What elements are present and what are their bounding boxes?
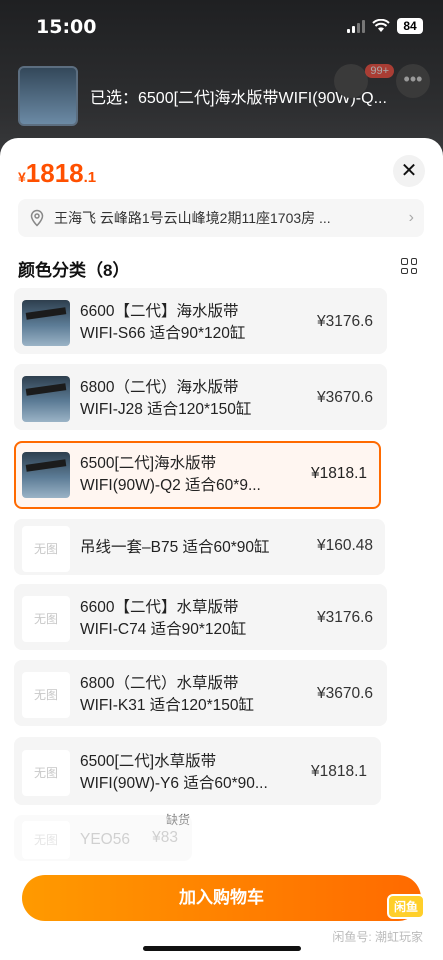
sku-name: 6500[二代]水草版带 WIFI(90W)-Y6 适合60*90... <box>80 753 268 792</box>
home-indicator <box>143 946 301 951</box>
sku-price: ¥3176.6 <box>316 313 373 330</box>
xianyu-logo: 闲鱼 <box>386 894 425 919</box>
add-to-cart-button[interactable]: 加入购物车 <box>22 875 421 921</box>
sku-thumbnail <box>22 376 70 422</box>
share-icon[interactable] <box>334 64 368 98</box>
selected-summary: 已选：6500[二代]海水版带WIFI(90W)-Q... 99+ ••• <box>16 62 436 130</box>
battery-indicator: 84 <box>397 18 423 34</box>
sku-thumbnail <box>22 452 70 498</box>
no-image-placeholder: 无图 <box>22 526 70 572</box>
sku-name: 6800（二代）水草版带 WIFI-K31 适合120*150缸 <box>80 675 255 714</box>
sku-option[interactable]: 6600【二代】海水版带 WIFI-S66 适合90*120缸 ¥3176.6 <box>14 288 387 354</box>
wifi-icon <box>372 19 390 32</box>
sku-price: ¥3176.6 <box>316 609 373 626</box>
address-text: 王海飞 云峰路1号云山峰境2期11座1703房 ... <box>54 210 331 226</box>
sku-option[interactable]: 无图 6600【二代】水草版带 WIFI-C74 适合90*120缸 ¥3176.… <box>14 584 387 650</box>
close-button[interactable]: ✕ <box>393 155 425 187</box>
sku-option[interactable]: 无图 6500[二代]水草版带 WIFI(90W)-Y6 适合60*90... ¥… <box>14 737 381 805</box>
no-image-placeholder: 无图 <box>22 750 70 796</box>
sku-price: ¥3670.6 <box>316 389 373 406</box>
sku-price: ¥1818.1 <box>310 465 367 482</box>
sku-thumbnail <box>22 300 70 346</box>
sku-name: 吊线一套–B75 适合60*90缸 <box>80 539 270 556</box>
status-icons: 84 <box>347 18 423 34</box>
no-image-placeholder: 无图 <box>22 596 70 642</box>
sku-name: YEO56 <box>80 831 130 848</box>
price-decimal: .1 <box>83 169 97 186</box>
sku-price: ¥1818.1 <box>310 763 367 780</box>
sku-option[interactable]: 无图 吊线一套–B75 适合60*90缸 ¥160.48 <box>14 519 385 575</box>
price-integer: 1818 <box>25 158 84 188</box>
grid-view-icon[interactable] <box>401 258 417 274</box>
sku-option-selected[interactable]: 6500[二代]海水版带 WIFI(90W)-Q2 适合60*9... ¥1818… <box>14 441 381 509</box>
status-time: 15:00 <box>36 16 97 38</box>
more-icon[interactable]: ••• <box>396 64 430 98</box>
sku-option-soldout: 无图 YEO56 ¥83 <box>14 815 192 861</box>
sku-name: 6500[二代]海水版带 WIFI(90W)-Q2 适合60*9... <box>80 455 261 494</box>
sku-name: 6600【二代】海水版带 WIFI-S66 适合90*120缸 <box>80 303 246 342</box>
selected-product-image <box>18 66 78 126</box>
cart-badge: 99+ <box>365 64 394 78</box>
price-currency: ¥ <box>18 169 26 185</box>
chevron-right-icon: › <box>408 209 414 226</box>
sku-option[interactable]: 6800（二代）海水版带 WIFI-J28 适合120*150缸 ¥3670.6 <box>14 364 387 430</box>
watermark: 闲鱼号: 潮虹玩家 <box>332 930 423 944</box>
no-image-placeholder: 无图 <box>22 672 70 718</box>
sku-price: ¥83 <box>152 829 178 846</box>
status-bar: 15:00 84 <box>0 0 443 52</box>
location-pin-icon <box>30 209 44 227</box>
sku-option[interactable]: 无图 6800（二代）水草版带 WIFI-K31 适合120*150缸 ¥3670… <box>14 660 387 726</box>
current-price: ¥1818.1 <box>18 158 96 189</box>
sku-name: 6800（二代）海水版带 WIFI-J28 适合120*150缸 <box>80 379 252 418</box>
address-selector[interactable]: 王海飞 云峰路1号云山峰境2期11座1703房 ... › <box>18 199 424 237</box>
sku-price: ¥160.48 <box>316 537 373 554</box>
sku-sheet: ¥1818.1 ✕ 王海飞 云峰路1号云山峰境2期11座1703房 ... › … <box>0 138 443 960</box>
signal-icon <box>347 19 365 33</box>
sku-price: ¥3670.6 <box>316 685 373 702</box>
sku-name: 6600【二代】水草版带 WIFI-C74 适合90*120缸 <box>80 599 247 638</box>
section-title: 颜色分类（8） <box>18 261 130 280</box>
no-image-placeholder: 无图 <box>22 821 70 859</box>
